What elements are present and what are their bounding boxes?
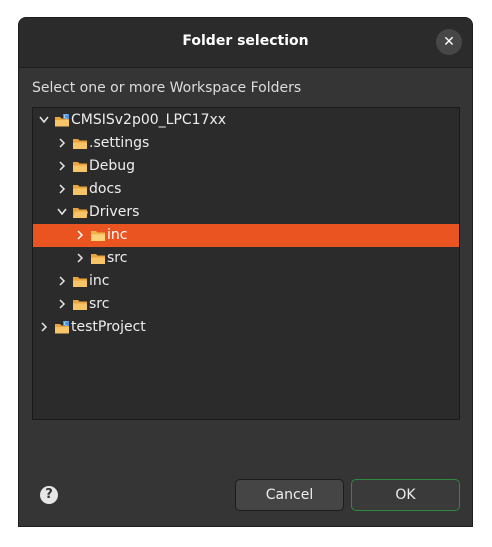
tree-item-test-project[interactable]: C testProject xyxy=(33,316,459,339)
chevron-right-icon[interactable] xyxy=(56,155,68,178)
folder-selection-dialog: Folder selection ✕ Select one or more Wo… xyxy=(18,17,473,527)
tree-item-label: testProject xyxy=(71,319,146,335)
project-folder-icon: C xyxy=(55,321,69,334)
tree-item-label: inc xyxy=(107,227,128,243)
project-folder-icon: C xyxy=(55,114,69,127)
close-icon[interactable]: ✕ xyxy=(436,29,462,55)
chevron-right-icon[interactable] xyxy=(56,293,68,316)
tree-item-label: Debug xyxy=(89,158,136,174)
folder-icon xyxy=(73,277,87,287)
tree-item-settings[interactable]: .settings xyxy=(33,132,459,155)
chevron-right-icon[interactable] xyxy=(56,132,68,155)
tree-item-label: docs xyxy=(89,181,122,197)
tree-item-drivers[interactable]: Drivers xyxy=(33,201,459,224)
folder-icon xyxy=(73,185,87,195)
tree-item-cmsis-project[interactable]: C CMSISv2p00_LPC17xx xyxy=(33,109,459,132)
tree-item-label: CMSISv2p00_LPC17xx xyxy=(71,112,227,128)
help-icon[interactable]: ? xyxy=(40,486,58,504)
chevron-right-icon[interactable] xyxy=(56,270,68,293)
dialog-title: Folder selection xyxy=(182,33,309,49)
chevron-down-icon[interactable] xyxy=(56,201,68,224)
tree-item-label: inc xyxy=(89,273,110,289)
folder-icon xyxy=(73,139,87,149)
ok-button[interactable]: OK xyxy=(351,479,460,511)
tree-item-docs[interactable]: docs xyxy=(33,178,459,201)
svg-text:C: C xyxy=(64,322,68,328)
tree-item-drivers-inc[interactable]: inc xyxy=(33,224,459,247)
svg-text:C: C xyxy=(64,115,68,121)
folder-icon xyxy=(91,231,105,241)
folder-tree[interactable]: C CMSISv2p00_LPC17xx .settings Debug doc… xyxy=(32,107,460,420)
chevron-right-icon[interactable] xyxy=(56,178,68,201)
cancel-button[interactable]: Cancel xyxy=(235,479,344,511)
chevron-down-icon[interactable] xyxy=(38,109,50,132)
folder-icon xyxy=(73,300,87,310)
tree-item-debug[interactable]: Debug xyxy=(33,155,459,178)
tree-item-label: .settings xyxy=(89,135,150,151)
folder-icon xyxy=(91,254,105,264)
chevron-right-icon[interactable] xyxy=(74,224,86,247)
chevron-right-icon[interactable] xyxy=(74,247,86,270)
folder-icon xyxy=(73,162,87,172)
tree-item-label: Drivers xyxy=(89,204,140,220)
dialog-prompt: Select one or more Workspace Folders xyxy=(32,80,302,96)
tree-item-drivers-src[interactable]: src xyxy=(33,247,459,270)
tree-item-src[interactable]: src xyxy=(33,293,459,316)
tree-item-label: src xyxy=(107,250,128,266)
folder-open-icon xyxy=(73,208,88,218)
tree-item-inc[interactable]: inc xyxy=(33,270,459,293)
tree-item-label: src xyxy=(89,296,110,312)
chevron-right-icon[interactable] xyxy=(38,316,50,339)
dialog-titlebar: Folder selection ✕ xyxy=(19,18,472,68)
